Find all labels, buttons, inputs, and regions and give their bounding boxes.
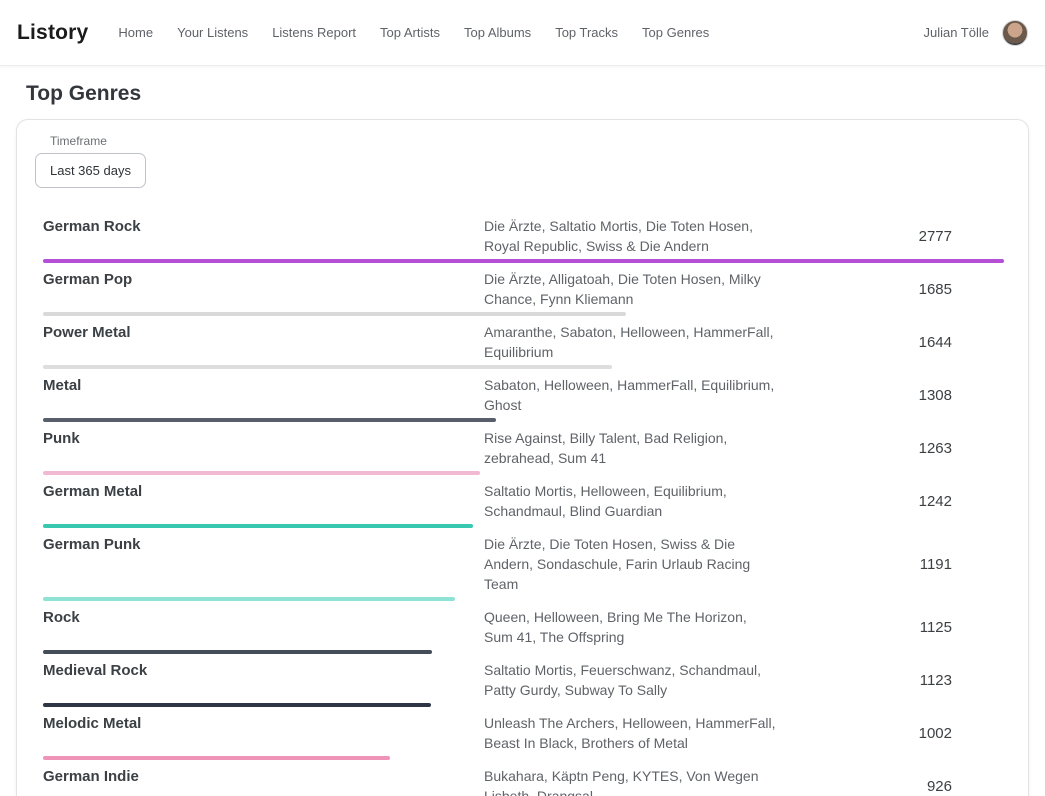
- genre-name: Punk: [43, 428, 484, 468]
- genre-row: German Metal Saltatio Mortis, Helloween,…: [43, 475, 1004, 528]
- genre-row: Melodic Metal Unleash The Archers, Hello…: [43, 707, 1004, 760]
- genre-artists: Die Ärzte, Saltatio Mortis, Die Toten Ho…: [484, 216, 779, 256]
- main-nav: Home Your Listens Listens Report Top Art…: [118, 25, 709, 40]
- genre-artists: Rise Against, Billy Talent, Bad Religion…: [484, 428, 779, 468]
- top-navbar: Listory Home Your Listens Listens Report…: [0, 0, 1045, 66]
- genre-name: German Punk: [43, 534, 484, 594]
- genre-artists: Die Ärzte, Die Toten Hosen, Swiss & Die …: [484, 534, 779, 594]
- genre-name: German Metal: [43, 481, 484, 521]
- user-area: Julian Tölle: [923, 20, 1028, 46]
- timeframe-select-value: Last 365 days: [50, 163, 131, 178]
- genre-row: German Indie Bukahara, Käptn Peng, KYTES…: [43, 760, 1004, 796]
- genre-count: 1242: [779, 493, 1004, 510]
- user-name[interactable]: Julian Tölle: [923, 25, 989, 40]
- genre-row: German Punk Die Ärzte, Die Toten Hosen, …: [43, 528, 1004, 601]
- genre-count: 1685: [779, 281, 1004, 298]
- page-title: Top Genres: [26, 82, 1045, 106]
- nav-item-home[interactable]: Home: [118, 25, 153, 40]
- genre-list: German Rock Die Ärzte, Saltatio Mortis, …: [43, 210, 1004, 796]
- genre-name: Melodic Metal: [43, 713, 484, 753]
- nav-item-top-genres[interactable]: Top Genres: [642, 25, 709, 40]
- genre-count: 1123: [779, 672, 1004, 689]
- genre-name: Medieval Rock: [43, 660, 484, 700]
- genre-artists: Queen, Helloween, Bring Me The Horizon, …: [484, 607, 779, 647]
- nav-item-top-tracks[interactable]: Top Tracks: [555, 25, 618, 40]
- genre-name: Rock: [43, 607, 484, 647]
- genre-artists: Sabaton, Helloween, HammerFall, Equilibr…: [484, 375, 779, 415]
- nav-item-listens-report[interactable]: Listens Report: [272, 25, 356, 40]
- main-content: Top Genres Timeframe Last 365 days Germa…: [0, 82, 1045, 796]
- genre-row: Punk Rise Against, Billy Talent, Bad Rel…: [43, 422, 1004, 475]
- genre-row: Power Metal Amaranthe, Sabaton, Hellowee…: [43, 316, 1004, 369]
- nav-item-top-albums[interactable]: Top Albums: [464, 25, 531, 40]
- brand-logo[interactable]: Listory: [17, 21, 88, 45]
- genre-artists: Amaranthe, Sabaton, Helloween, HammerFal…: [484, 322, 779, 362]
- genre-name: German Indie: [43, 766, 484, 796]
- nav-item-top-artists[interactable]: Top Artists: [380, 25, 440, 40]
- user-avatar[interactable]: [1002, 20, 1028, 46]
- genre-count: 2777: [779, 228, 1004, 245]
- genre-row: German Pop Die Ärzte, Alligatoah, Die To…: [43, 263, 1004, 316]
- nav-item-your-listens[interactable]: Your Listens: [177, 25, 248, 40]
- genre-row: Medieval Rock Saltatio Mortis, Feuerschw…: [43, 654, 1004, 707]
- genre-name: German Rock: [43, 216, 484, 256]
- genre-artists: Unleash The Archers, Helloween, HammerFa…: [484, 713, 779, 753]
- genre-count: 1644: [779, 334, 1004, 351]
- timeframe-select[interactable]: Last 365 days: [35, 153, 146, 188]
- genre-count: 926: [779, 778, 1004, 795]
- genre-row: Metal Sabaton, Helloween, HammerFall, Eq…: [43, 369, 1004, 422]
- genre-count: 1263: [779, 440, 1004, 457]
- genre-name: German Pop: [43, 269, 484, 309]
- genre-row: German Rock Die Ärzte, Saltatio Mortis, …: [43, 210, 1004, 263]
- genre-count: 1191: [779, 556, 1004, 573]
- genre-row: Rock Queen, Helloween, Bring Me The Hori…: [43, 601, 1004, 654]
- top-genres-card: Timeframe Last 365 days German Rock Die …: [16, 119, 1029, 796]
- genre-artists: Bukahara, Käptn Peng, KYTES, Von Wegen L…: [484, 766, 779, 796]
- genre-name: Power Metal: [43, 322, 484, 362]
- genre-count: 1002: [779, 725, 1004, 742]
- genre-count: 1125: [779, 619, 1004, 636]
- genre-artists: Saltatio Mortis, Feuerschwanz, Schandmau…: [484, 660, 779, 700]
- genre-name: Metal: [43, 375, 484, 415]
- genre-artists: Saltatio Mortis, Helloween, Equilibrium,…: [484, 481, 779, 521]
- timeframe-label: Timeframe: [50, 134, 1004, 148]
- genre-artists: Die Ärzte, Alligatoah, Die Toten Hosen, …: [484, 269, 779, 309]
- genre-count: 1308: [779, 387, 1004, 404]
